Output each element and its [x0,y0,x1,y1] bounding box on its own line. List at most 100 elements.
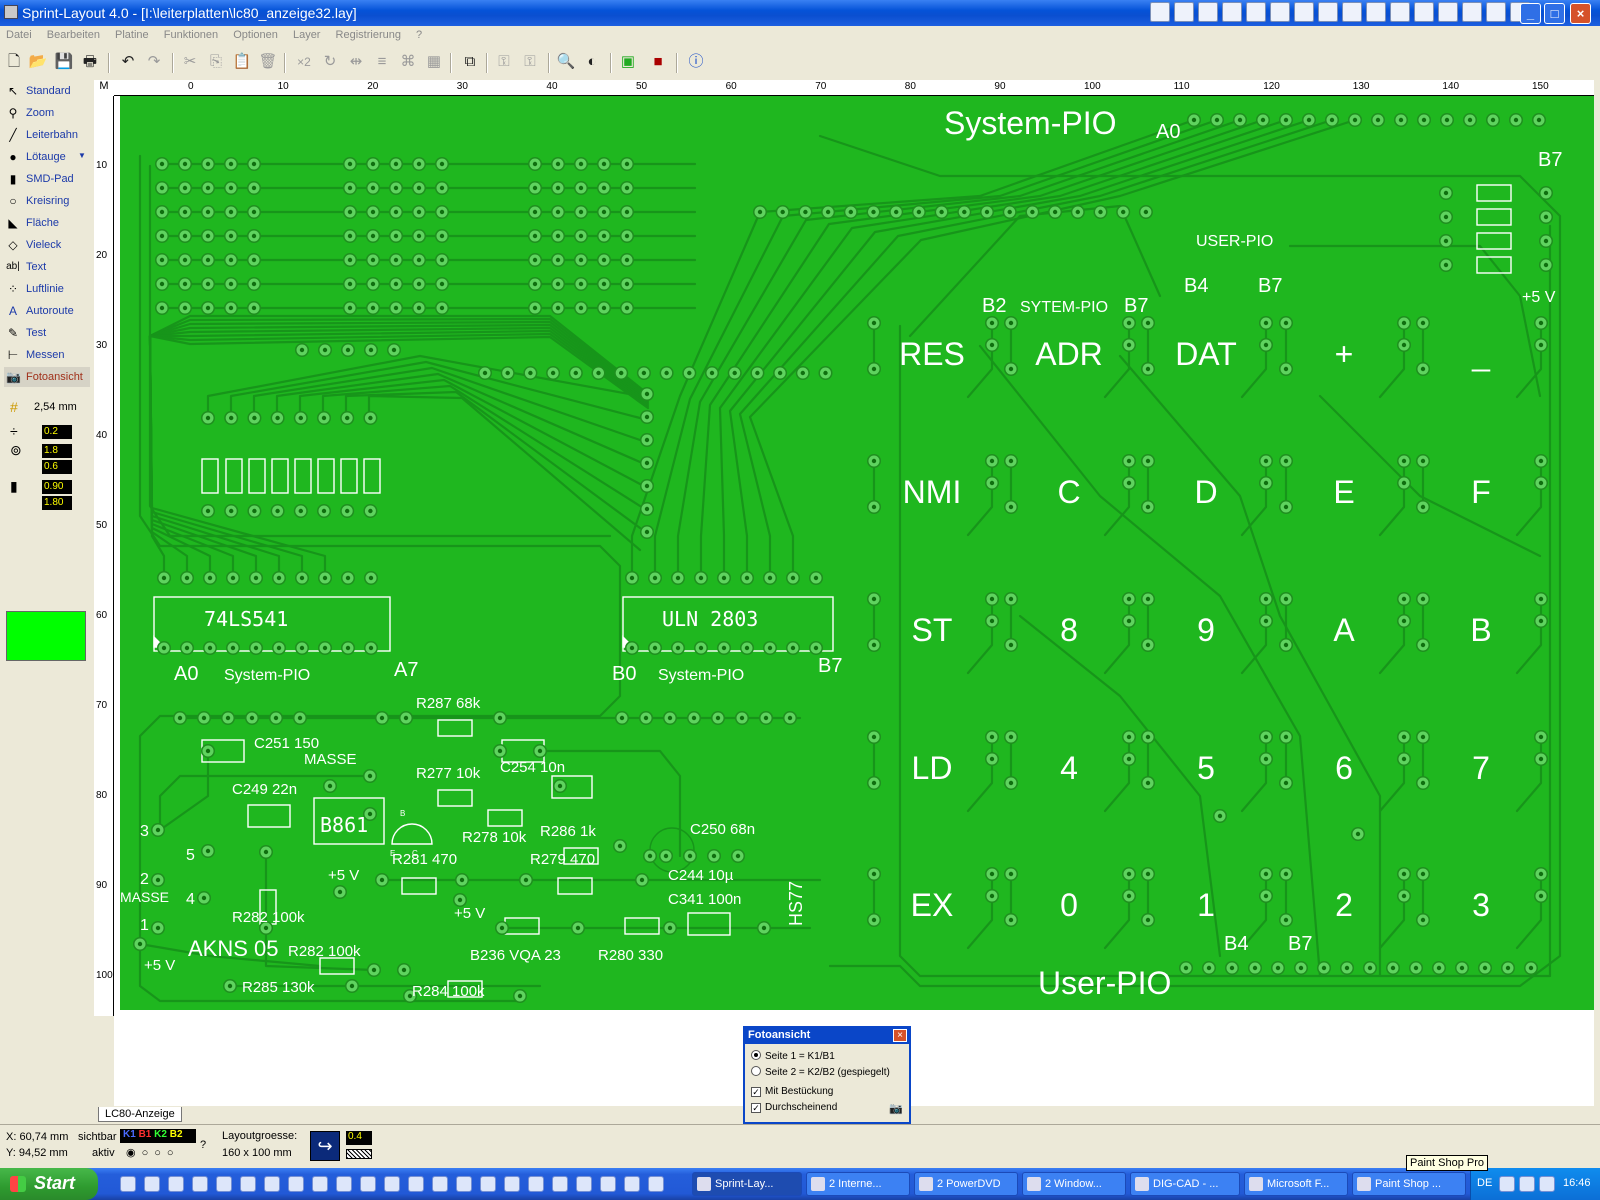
solder-pad[interactable] [614,366,629,380]
solder-pad[interactable] [867,454,881,468]
solder-pad[interactable] [1397,867,1411,881]
solder-pad[interactable] [1141,638,1155,652]
solder-pad[interactable] [1122,889,1136,903]
solder-pad[interactable] [133,937,147,951]
active-layer-radios[interactable]: ◉○○○ [126,1146,180,1159]
solder-pad[interactable] [1259,316,1273,330]
solder-pad[interactable] [985,614,999,628]
solder-pad[interactable] [640,410,654,424]
solder-pad[interactable] [568,366,583,380]
solder-pad[interactable] [1004,316,1018,330]
solder-pad[interactable] [1409,961,1423,975]
solder-pad[interactable] [574,277,588,291]
solder-pad[interactable] [1210,113,1224,127]
quicklaunch-icon[interactable] [480,1176,496,1192]
solder-pad[interactable] [269,711,283,725]
solder-pad[interactable] [295,571,309,585]
solder-pad[interactable] [597,205,611,219]
solder-pad[interactable] [1416,867,1430,881]
solder-pad[interactable] [620,205,634,219]
solder-pad[interactable] [389,157,403,171]
solder-pad[interactable] [1122,614,1136,628]
solder-pad[interactable] [985,752,999,766]
solder-pad[interactable] [367,963,381,977]
macro-icon[interactable]: ■ [648,52,668,72]
solder-pad[interactable] [663,711,677,725]
solder-pad[interactable] [1539,210,1553,224]
solder-pad[interactable] [180,641,194,655]
solder-pad[interactable] [523,366,538,380]
quick-icon[interactable] [1174,2,1194,22]
solder-pad[interactable] [707,849,721,863]
solder-pad[interactable] [1141,913,1155,927]
quick-icon[interactable] [1198,2,1218,22]
solder-pad[interactable] [985,730,999,744]
solder-pad[interactable] [1534,476,1548,490]
solder-pad[interactable] [493,744,507,758]
solder-pad[interactable] [1233,113,1247,127]
quicklaunch-icon[interactable] [576,1176,592,1192]
solder-pad[interactable] [1259,730,1273,744]
solder-pad[interactable] [659,366,674,380]
solder-pad[interactable] [763,641,777,655]
solder-pad[interactable] [178,277,192,291]
solder-pad[interactable] [435,205,449,219]
save-icon[interactable]: 💾 [54,52,74,72]
solder-pad[interactable] [1455,961,1469,975]
solder-pad[interactable] [574,205,588,219]
solder-pad[interactable] [1225,961,1239,975]
solder-pad[interactable] [867,362,881,376]
solder-pad[interactable] [1486,113,1500,127]
solder-pad[interactable] [1416,776,1430,790]
solder-pad[interactable] [533,744,547,758]
layer-b2[interactable]: B2 [170,1129,183,1140]
solder-pad[interactable] [389,181,403,195]
solder-pad[interactable] [247,205,261,219]
solder-pad[interactable] [551,181,565,195]
solder-pad[interactable] [1386,961,1400,975]
solder-pad[interactable] [272,641,286,655]
solder-pad[interactable] [1122,867,1136,881]
solder-pad[interactable] [341,641,355,655]
solder-pad[interactable] [224,277,238,291]
solder-pad[interactable] [1279,362,1293,376]
solder-pad[interactable] [1397,454,1411,468]
quicklaunch-icon[interactable] [240,1176,256,1192]
solder-pad[interactable] [763,571,777,585]
solder-pad[interactable] [620,301,634,315]
solder-pad[interactable] [551,229,565,243]
pad-outer-field[interactable]: ⊚ 1.8 [4,442,88,460]
solder-pad[interactable] [224,411,239,425]
solder-pad[interactable] [867,500,881,514]
solder-pad[interactable] [1534,752,1548,766]
solder-pad[interactable] [387,343,401,357]
solder-pad[interactable] [682,366,697,380]
solder-pad[interactable] [399,711,413,725]
solder-pad[interactable] [226,641,240,655]
solder-pad[interactable] [201,301,215,315]
menu-platine[interactable]: Platine [109,26,155,44]
solder-pad[interactable] [1141,867,1155,881]
solder-pad[interactable] [773,366,788,380]
minimize-button[interactable]: _ [1520,3,1541,24]
solder-pad[interactable] [980,205,994,219]
solder-pad[interactable] [1440,113,1454,127]
solder-pad[interactable] [1259,867,1273,881]
solder-pad[interactable] [180,571,194,585]
quick-icon[interactable] [1462,2,1482,22]
solder-pad[interactable] [1534,867,1548,881]
solder-pad[interactable] [224,157,238,171]
layer-b1[interactable]: B1 [139,1129,152,1140]
quicklaunch-icon[interactable] [528,1176,544,1192]
lock-icon[interactable]: ⚿ [494,52,514,72]
radio-seite1[interactable]: Seite 1 = K1/B1 [751,1050,835,1062]
quicklaunch-icon[interactable] [648,1176,664,1192]
solder-pad[interactable] [1271,961,1285,975]
tray-icon[interactable] [1539,1176,1555,1192]
checkbox-durchscheinend[interactable]: ✓ Durchscheinend [751,1102,837,1113]
tool-leiterbahn[interactable]: ╱ Leiterbahn [4,125,90,145]
solder-pad[interactable] [519,873,533,887]
solder-pad[interactable] [270,504,285,518]
solder-pad[interactable] [1439,186,1453,200]
camera-icon[interactable]: 📷 [889,1102,903,1115]
